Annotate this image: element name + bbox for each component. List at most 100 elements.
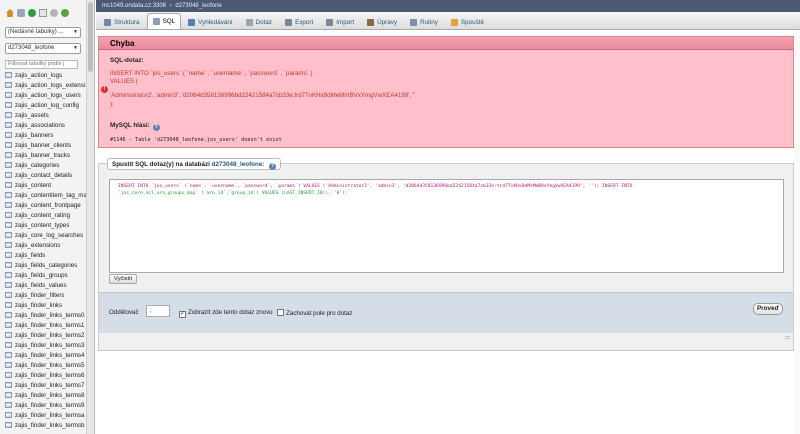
sidebar-table-item[interactable]: zajis_banner_clients [0, 141, 94, 151]
table-icon[interactable] [5, 352, 12, 358]
table-icon[interactable] [5, 152, 12, 158]
database-select[interactable]: d273048_leofone ▼ [5, 43, 81, 54]
database-icon[interactable] [17, 9, 25, 17]
table-icon[interactable] [5, 262, 12, 268]
sidebar-table-item[interactable]: zajis_fields_categories [0, 261, 94, 271]
sidebar-table-item[interactable]: zajis_finder_links_terms4 [0, 351, 94, 361]
show-query-option[interactable]: ✓ Zobrazit zde tento dotaz znovu [179, 309, 273, 318]
sidebar-table-item[interactable]: zajis_finder_links_terms1 [0, 321, 94, 331]
sidebar-table-item[interactable]: zajis_finder_links [0, 301, 94, 311]
table-icon[interactable] [5, 372, 12, 378]
sidebar-table-item[interactable]: zajis_finder_links_terms7 [0, 381, 94, 391]
table-icon[interactable] [5, 362, 12, 368]
sidebar-table-item[interactable]: zajis_finder_links_terms3 [0, 341, 94, 351]
clear-button[interactable]: Vyčistit [109, 274, 137, 284]
table-icon[interactable] [5, 342, 12, 348]
sidebar-table-item[interactable]: zajis_contact_details [0, 171, 94, 181]
table-icon[interactable] [5, 302, 12, 308]
table-icon[interactable] [5, 332, 12, 338]
documentation-icon[interactable] [39, 9, 47, 17]
sidebar-table-item[interactable]: zajis_finder_links_terms6 [0, 371, 94, 381]
sidebar-table-item[interactable]: zajis_action_logs [0, 71, 94, 81]
sidebar-table-item[interactable]: zajis_finder_links_terms0 [0, 311, 94, 321]
tab-upravy[interactable]: Úpravy [361, 14, 403, 29]
table-icon[interactable] [5, 102, 12, 108]
sidebar-table-item[interactable]: zajis_assets [0, 111, 94, 121]
table-icon[interactable] [5, 392, 12, 398]
breadcrumb-database[interactable]: d273048_leofone [175, 3, 221, 9]
sidebar-table-item[interactable]: zajis_finder_links_terms2 [0, 331, 94, 341]
table-icon[interactable] [5, 172, 12, 178]
reload-icon[interactable] [61, 9, 69, 17]
retain-box-option[interactable]: Zachovat pole pro dotaz [277, 309, 352, 317]
tab-rutiny[interactable]: Rutiny [404, 14, 444, 29]
sidebar-table-item[interactable]: zajis_contentitem_tag_ma [0, 191, 94, 201]
sidebar-table-item[interactable]: zajis_action_log_config [0, 101, 94, 111]
table-icon[interactable] [5, 412, 12, 418]
sidebar-table-item[interactable]: zajis_finder_links_termsa [0, 411, 94, 421]
recent-tables-select[interactable]: (Nedávné tabulky) ... ▼ [5, 27, 81, 38]
tab-import[interactable]: Import [320, 14, 360, 29]
table-icon[interactable] [5, 92, 12, 98]
sidebar-table-item[interactable]: zajis_finder_links_terms8 [0, 391, 94, 401]
delimiter-input[interactable]: ; [146, 305, 170, 317]
table-filter-input[interactable]: Filtrovat tabulky podle j [5, 60, 78, 69]
table-icon[interactable] [5, 382, 12, 388]
table-icon[interactable] [5, 242, 12, 248]
table-icon[interactable] [5, 422, 12, 428]
sidebar-table-item[interactable]: zajis_content_frontpage [0, 201, 94, 211]
tab-sql[interactable]: SQL [146, 13, 182, 29]
table-icon[interactable] [5, 272, 12, 278]
sidebar-table-item[interactable]: zajis_finder_links_terms5 [0, 361, 94, 371]
tab-export[interactable]: Export [279, 14, 319, 29]
sidebar-table-item[interactable]: zajis_action_logs_users [0, 91, 94, 101]
sidebar-table-item[interactable]: zajis_core_log_searches [0, 231, 94, 241]
sidebar-table-item[interactable]: zajis_action_logs_extensi [0, 81, 94, 91]
sidebar-table-item[interactable]: zajis_finder_links_termsb [0, 421, 94, 431]
sidebar-table-item[interactable]: zajis_finder_links_terms9 [0, 401, 94, 411]
tab-vyhledavani[interactable]: Vyhledávání [182, 14, 238, 29]
table-icon[interactable] [5, 202, 12, 208]
help-icon[interactable]: ? [269, 163, 277, 170]
table-icon[interactable] [5, 282, 12, 288]
sidebar-table-item[interactable]: zajis_categories [0, 161, 94, 171]
help-icon[interactable]: ? [152, 124, 160, 131]
table-icon[interactable] [5, 312, 12, 318]
table-icon[interactable] [5, 132, 12, 138]
logout-icon[interactable] [28, 9, 36, 17]
table-icon[interactable] [5, 192, 12, 198]
sidebar-scrollbar[interactable] [86, 0, 94, 434]
go-button[interactable]: Proveď [753, 303, 783, 315]
table-icon[interactable] [5, 182, 12, 188]
scrollbar-thumb[interactable] [88, 2, 93, 72]
settings-icon[interactable] [50, 9, 58, 17]
table-icon[interactable] [5, 112, 12, 118]
tab-dotaz[interactable]: Dotaz [240, 14, 278, 29]
sidebar-table-item[interactable]: zajis_extensions [0, 241, 94, 251]
sidebar-table-item[interactable]: zajis_content_rating [0, 211, 94, 221]
show-query-checkbox[interactable]: ✓ [179, 311, 186, 318]
table-icon[interactable] [5, 122, 12, 128]
table-icon[interactable] [5, 142, 12, 148]
table-icon[interactable] [5, 252, 12, 258]
retain-box-checkbox[interactable] [277, 309, 284, 316]
sidebar-table-item[interactable]: zajis_fields [0, 251, 94, 261]
sidebar-table-item[interactable]: zajis_associations [0, 121, 94, 131]
breadcrumb-server[interactable]: mc1049.ondata.cz:3306 [102, 3, 166, 9]
table-icon[interactable] [5, 292, 12, 298]
sidebar-table-item[interactable]: zajis_content [0, 181, 94, 191]
table-icon[interactable] [5, 232, 12, 238]
table-icon[interactable] [5, 162, 12, 168]
sidebar-table-item[interactable]: zajis_banners [0, 131, 94, 141]
tab-struktura[interactable]: Struktura [98, 14, 146, 29]
sidebar-table-item[interactable]: zajis_fields_values [0, 281, 94, 291]
table-icon[interactable] [5, 82, 12, 88]
table-icon[interactable] [5, 212, 12, 218]
resize-handle[interactable] [785, 336, 790, 339]
table-icon[interactable] [5, 402, 12, 408]
table-icon[interactable] [5, 322, 12, 328]
main-scrollbar[interactable] [794, 30, 800, 434]
home-icon[interactable] [6, 9, 14, 17]
sidebar-table-item[interactable]: zajis_finder_filters [0, 291, 94, 301]
table-icon[interactable] [5, 222, 12, 228]
